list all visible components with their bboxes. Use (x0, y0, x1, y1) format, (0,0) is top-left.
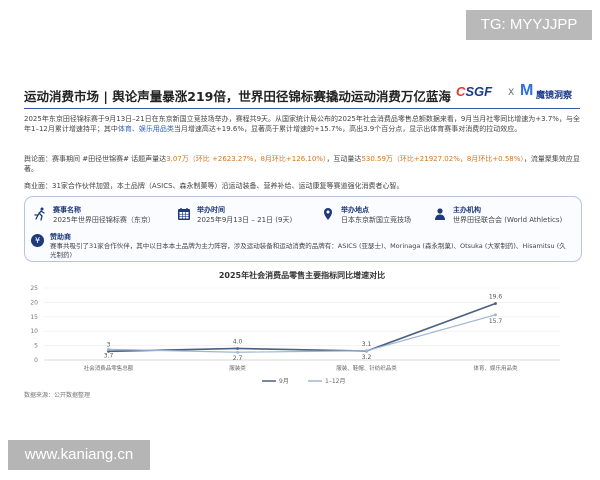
data-point (236, 350, 239, 354)
data-label: 4.0 (233, 338, 243, 345)
data-label: 3.7 (104, 352, 114, 359)
x-tick-label: 服装类 (229, 364, 246, 372)
mojing-logo-mark: M (520, 82, 534, 99)
yen-icon: ¥ (31, 234, 44, 247)
watermark-bottom: www.kaniang.cn (8, 440, 150, 470)
data-label: 3.1 (362, 341, 372, 348)
highlight-sports-category: 体育、娱乐用品类 (117, 125, 174, 133)
runner-icon (33, 207, 47, 221)
calendar-icon (177, 207, 191, 221)
x-tick-label: 体育、娱乐用品类 (473, 364, 518, 372)
data-label: 3.2 (362, 354, 372, 361)
legend-label: 1–12月 (325, 378, 345, 385)
y-tick-label: 25 (30, 285, 38, 292)
series-line-1 (108, 314, 496, 353)
data-point (365, 349, 368, 353)
highlight-volume: 3.07万（环比 +2623.27%，8月环比+126.10%） (166, 155, 327, 163)
series-line-0 (108, 302, 496, 353)
logo-separator: X (508, 88, 515, 98)
y-tick-label: 20 (30, 299, 38, 306)
event-facts-card: 赛事名称 2025年世界田径锦标赛（东京） 举办时间 2025年9月13日 – … (24, 196, 582, 262)
opinion-paragraph: 舆论面：赛事期间 #田径世锦赛# 话题声量达3.07万（环比 +2623.27%… (24, 155, 580, 173)
title-rule (24, 108, 580, 109)
data-point (494, 313, 497, 317)
data-point (494, 302, 497, 305)
growth-line-chart: 0 5 10 15 20 25 社会消费品零售总额 服装类 服装、鞋帽、针纺织品类 体育、娱乐用品… (30, 285, 560, 385)
data-label: 2.7 (233, 355, 243, 362)
legend-label: 9月 (279, 378, 289, 385)
page-title: 运动消费市场 | 舆论声量暴涨219倍，世界田径锦标赛撬动运动消费万亿蓝海 (24, 89, 451, 104)
data-label: 15.7 (489, 318, 503, 325)
data-point (107, 347, 110, 351)
data-point (236, 347, 239, 350)
data-label: 3 (107, 341, 111, 348)
mojing-logo-text: 魔镜洞察 (536, 91, 573, 101)
x-tick-label: 社会消费品零售总额 (84, 364, 134, 372)
y-tick-label: 0 (34, 357, 38, 364)
location-pin-icon (321, 207, 335, 221)
data-source: 数据来源：公开数据整理 (24, 392, 91, 399)
intro-paragraph: 2025年东京田径锦标赛于9月13日–21日在东京新国立竞技场举办，赛程共9天。… (24, 115, 580, 133)
y-tick-label: 10 (30, 328, 38, 335)
watermark-top: TG: MYYJJPP (466, 10, 592, 40)
data-label: 19.6 (489, 294, 503, 301)
csgf-logo: CSGF (456, 84, 493, 99)
person-icon (433, 207, 447, 221)
y-tick-label: 15 (30, 314, 38, 321)
highlight-interaction: 530.59万（环比+21927.02%，8月环比+0.58%） (361, 155, 524, 163)
y-tick-label: 5 (34, 343, 38, 350)
business-paragraph: 商业面：31家合作伙伴加盟，本土品牌（ASICS、森永制菓等）沿运动装备、营养补… (24, 182, 404, 190)
x-tick-label: 服装、鞋帽、针纺织品类 (336, 364, 397, 372)
